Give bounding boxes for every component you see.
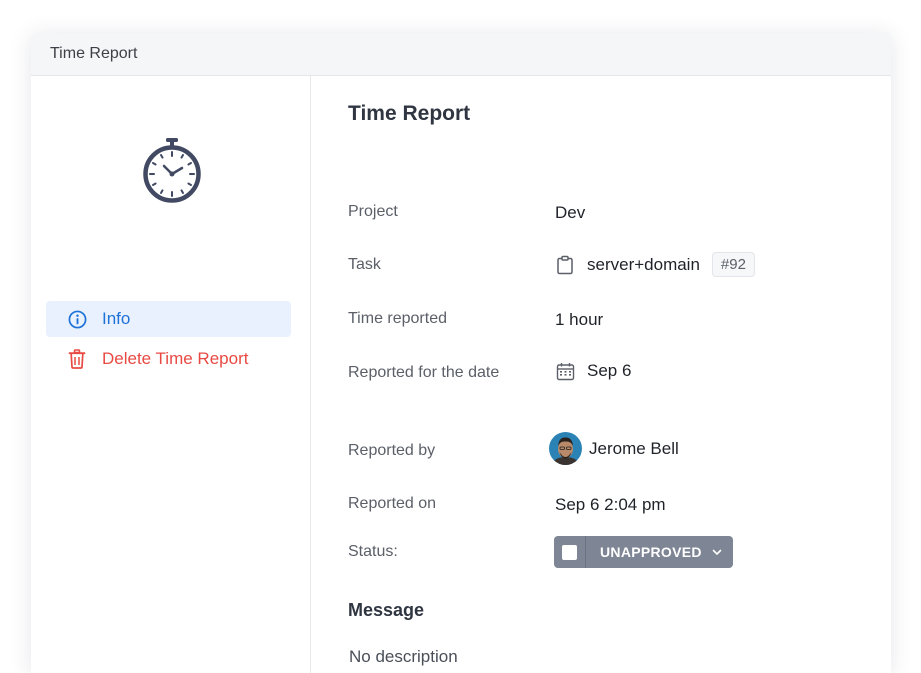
title-bar: Time Report — [31, 33, 891, 76]
status-label: Status: — [348, 543, 398, 560]
time-reported-label: Time reported — [348, 310, 447, 327]
message-heading: Message — [348, 600, 425, 620]
reported-on-label: Reported on — [348, 495, 437, 512]
calendar-icon — [555, 361, 575, 381]
date-value: Sep 6 — [555, 361, 631, 381]
status-checkbox[interactable] — [554, 536, 586, 568]
date-label: Reported for the date — [348, 364, 500, 381]
avatar — [549, 432, 582, 465]
sidebar: Info Delete Time Report — [31, 76, 311, 673]
task-id-badge: #92 — [711, 252, 755, 277]
time-report-window: Time Report Info Delete Time Report Time… — [31, 33, 891, 673]
project-value: Dev — [555, 203, 585, 223]
project-name: Dev — [555, 203, 586, 222]
time-reported-text: 1 hour — [555, 310, 604, 329]
page-title: Time Report — [348, 102, 471, 125]
window-title: Time Report — [50, 45, 138, 62]
reported-by-label: Reported by — [348, 442, 436, 459]
message-text: No description — [349, 647, 458, 666]
sidebar-item-delete[interactable]: Delete Time Report — [46, 341, 291, 377]
trash-icon — [67, 349, 87, 369]
sidebar-item-label: Info — [102, 309, 131, 328]
reported-by-value[interactable]: Jerome Bell — [549, 432, 679, 465]
project-label: Project — [348, 203, 398, 220]
status-dropdown[interactable]: UNAPPROVED — [554, 536, 733, 568]
date-text: Sep 6 — [587, 361, 632, 380]
checkbox-box — [562, 544, 577, 560]
report-details-panel: Time Report Project Dev Task server+doma… — [311, 76, 891, 673]
task-name: server+domain — [587, 254, 700, 274]
task-value[interactable]: server+domain #92 — [555, 252, 755, 277]
status-value: UNAPPROVED — [600, 544, 702, 560]
reporter-name: Jerome Bell — [589, 438, 679, 458]
time-reported-value: 1 hour — [555, 310, 603, 330]
sidebar-item-label: Delete Time Report — [102, 349, 249, 368]
clipboard-icon — [555, 255, 575, 275]
reported-on-text: Sep 6 2:04 pm — [555, 495, 666, 514]
task-label: Task — [348, 256, 381, 273]
info-icon — [67, 309, 87, 329]
sidebar-item-info[interactable]: Info — [46, 301, 291, 337]
reported-on-value: Sep 6 2:04 pm — [555, 495, 666, 515]
stopwatch-icon — [140, 135, 204, 205]
chevron-down-icon — [711, 546, 723, 558]
